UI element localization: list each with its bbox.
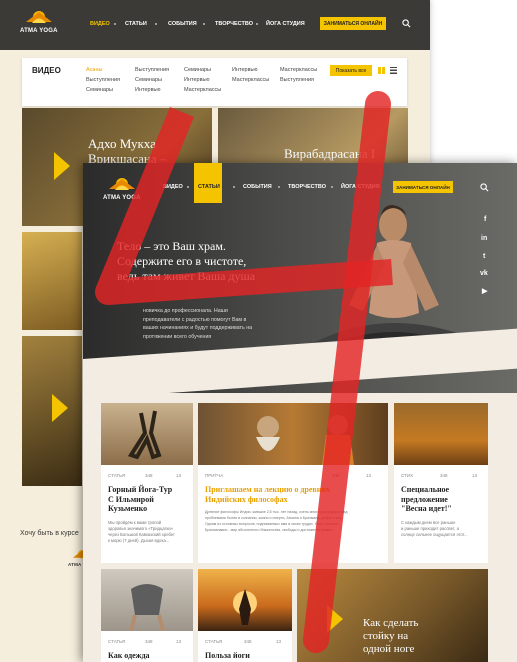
lotus-logo-icon: [108, 178, 135, 190]
card-views: 348: [440, 473, 448, 478]
front-nav-articles[interactable]: СТАТЬИ: [198, 184, 220, 190]
card-category: СТИХ: [401, 473, 414, 478]
card-views: 348: [332, 473, 340, 478]
play-arrow-icon: [327, 605, 343, 633]
filter-link[interactable]: Семинары: [86, 87, 113, 93]
front-nav-video[interactable]: ВИДЕО: [163, 184, 183, 190]
filter-link[interactable]: Выступления: [86, 77, 120, 83]
grid-view-icon[interactable]: [378, 67, 385, 74]
card-comments: 13: [472, 473, 478, 478]
card-title[interactable]: Специальное предложение "Весна идет!": [401, 485, 452, 514]
youtube-icon[interactable]: ▶: [482, 287, 487, 295]
back-logo[interactable]: ATMA YOGA: [20, 8, 58, 34]
back-tile-title: Вирабадрасана I: [284, 146, 376, 161]
card-category: СТАТЬЯ: [108, 639, 126, 644]
card-image: [101, 403, 193, 465]
front-logo[interactable]: ATMA YOGA: [103, 175, 141, 201]
front-search-icon[interactable]: [480, 183, 489, 192]
list-view-icon[interactable]: [390, 67, 397, 74]
front-page: ATMA YOGA ВИДЕО СТАТЬИ СОБЫТИЯ ТВОРЧЕСТВ…: [83, 163, 517, 662]
back-nav-events[interactable]: СОБЫТИЯ: [168, 21, 197, 27]
filter-link[interactable]: Мастерклассы: [184, 87, 221, 93]
filter-link[interactable]: Мастерклассы: [280, 67, 317, 73]
card-text: С каждым днем все раньше и раньше приход…: [401, 520, 468, 537]
card-title[interactable]: Горный Йога-Тур С Ильмирой Кузьменко: [108, 485, 172, 514]
back-tile-title: Адхо Мукха Врикшасана –: [88, 136, 167, 166]
front-nav-creativity[interactable]: ТВОРЧЕСТВО: [288, 184, 326, 190]
card-category: СТАТЬЯ: [108, 473, 126, 478]
hero-text: новичка до профессионала. Наши преподава…: [143, 308, 253, 340]
hero-section: ATMA YOGA ВИДЕО СТАТЬИ СОБЫТИЯ ТВОРЧЕСТВ…: [83, 163, 517, 393]
video-tile-handstand[interactable]: Как сделать стойку на одной ноге: [297, 569, 488, 662]
yoga-pose-image: [129, 584, 165, 631]
filter-link[interactable]: Асаны: [86, 67, 102, 73]
back-video-tile-3[interactable]: [22, 232, 82, 330]
back-nav-video[interactable]: ВИДЕО: [90, 21, 110, 27]
sadhus-image: [256, 415, 354, 465]
yoga-pose-image: [127, 410, 162, 460]
back-video-tile-4[interactable]: [22, 336, 82, 486]
front-nav-events[interactable]: СОБЫТИЯ: [243, 184, 272, 190]
back-nav-studio[interactable]: ЙОГА СТУДИЯ: [266, 21, 305, 27]
filter-link[interactable]: Интервью: [232, 67, 257, 73]
card-image: [101, 569, 193, 631]
show-all-button[interactable]: Показать все: [330, 65, 372, 76]
card-text: Древние философы Индии, жившие 2,5 тыс. …: [205, 510, 348, 532]
back-search-icon[interactable]: [402, 19, 411, 28]
article-card-4[interactable]: СТАТЬЯ 348 13 Как одежда: [101, 569, 193, 662]
card-title[interactable]: Как одежда: [108, 651, 150, 661]
filter-link[interactable]: Семинары: [184, 67, 211, 73]
twitter-icon[interactable]: t: [483, 253, 485, 260]
back-logo-text: ATMA YOGA: [20, 28, 58, 34]
card-views: 348: [244, 639, 252, 644]
article-card-2[interactable]: ПРИТЧА 348 13 Приглашаем на лекцию о дре…: [198, 403, 388, 563]
card-comments: 13: [366, 473, 372, 478]
back-footer-text: Хочу быть в курсе: [20, 530, 79, 537]
article-card-1[interactable]: СТАТЬЯ 348 13 Горный Йога-Тур С Ильмирой…: [101, 403, 193, 563]
filter-link[interactable]: Мастерклассы: [232, 77, 269, 83]
front-nav-active-bg: [194, 163, 222, 203]
card-image: [394, 403, 488, 465]
back-cta-button[interactable]: ЗАНИМАТЬСЯ ОНЛАЙН: [320, 17, 386, 30]
filter-link[interactable]: Выступления: [135, 67, 169, 73]
filter-link[interactable]: Интервью: [135, 87, 160, 93]
card-comments: 13: [176, 639, 182, 644]
article-card-5[interactable]: СТАТЬЯ 348 13 Польза йоги: [198, 569, 292, 662]
facebook-icon[interactable]: f: [484, 216, 486, 223]
filter-link[interactable]: Семинары: [135, 77, 162, 83]
front-cta-button[interactable]: ЗАНИМАТЬСЯ ОНЛАЙН: [393, 181, 453, 193]
card-comments: 13: [276, 639, 282, 644]
front-logo-text: ATMA YOGA: [103, 195, 141, 201]
card-text: Мы пройдём к вами тропой здоровья значим…: [108, 520, 175, 543]
card-category: ПРИТЧА: [205, 473, 224, 478]
lotus-logo-icon: [25, 11, 52, 23]
card-views: 348: [145, 639, 153, 644]
card-image: [198, 569, 292, 631]
play-arrow-icon: [52, 394, 68, 422]
back-nav-articles[interactable]: СТАТЬИ: [125, 21, 147, 27]
vk-icon[interactable]: vk: [480, 270, 488, 277]
card-title-link[interactable]: Приглашаем на лекцию о древних Индийских…: [205, 485, 330, 504]
filter-link[interactable]: Выступления: [280, 77, 314, 83]
back-filter-panel: ВИДЕО Асаны Выступления Семинары Выступл…: [22, 58, 407, 106]
hero-title: Тело – это Ваш храм. Содержите его в чис…: [117, 239, 256, 283]
play-arrow-icon: [54, 152, 70, 180]
back-section-title: ВИДЕО: [32, 66, 61, 75]
linkedin-icon[interactable]: in: [481, 235, 487, 242]
sunset-yoga-image: [233, 589, 257, 625]
tile-title: Как сделать стойку на одной ноге: [363, 617, 419, 655]
filter-link[interactable]: Интервью: [184, 77, 209, 83]
back-nav-creativity[interactable]: ТВОРЧЕСТВО: [215, 21, 253, 27]
card-views: 348: [145, 473, 153, 478]
article-card-3[interactable]: СТИХ 348 13 Специальное предложение "Вес…: [394, 403, 488, 563]
card-category: СТАТЬЯ: [205, 639, 223, 644]
front-nav-studio[interactable]: ЙОГА СТУДИЯ: [341, 184, 380, 190]
card-comments: 13: [176, 473, 182, 478]
card-image: [198, 403, 388, 465]
card-title[interactable]: Польза йоги: [205, 651, 250, 661]
